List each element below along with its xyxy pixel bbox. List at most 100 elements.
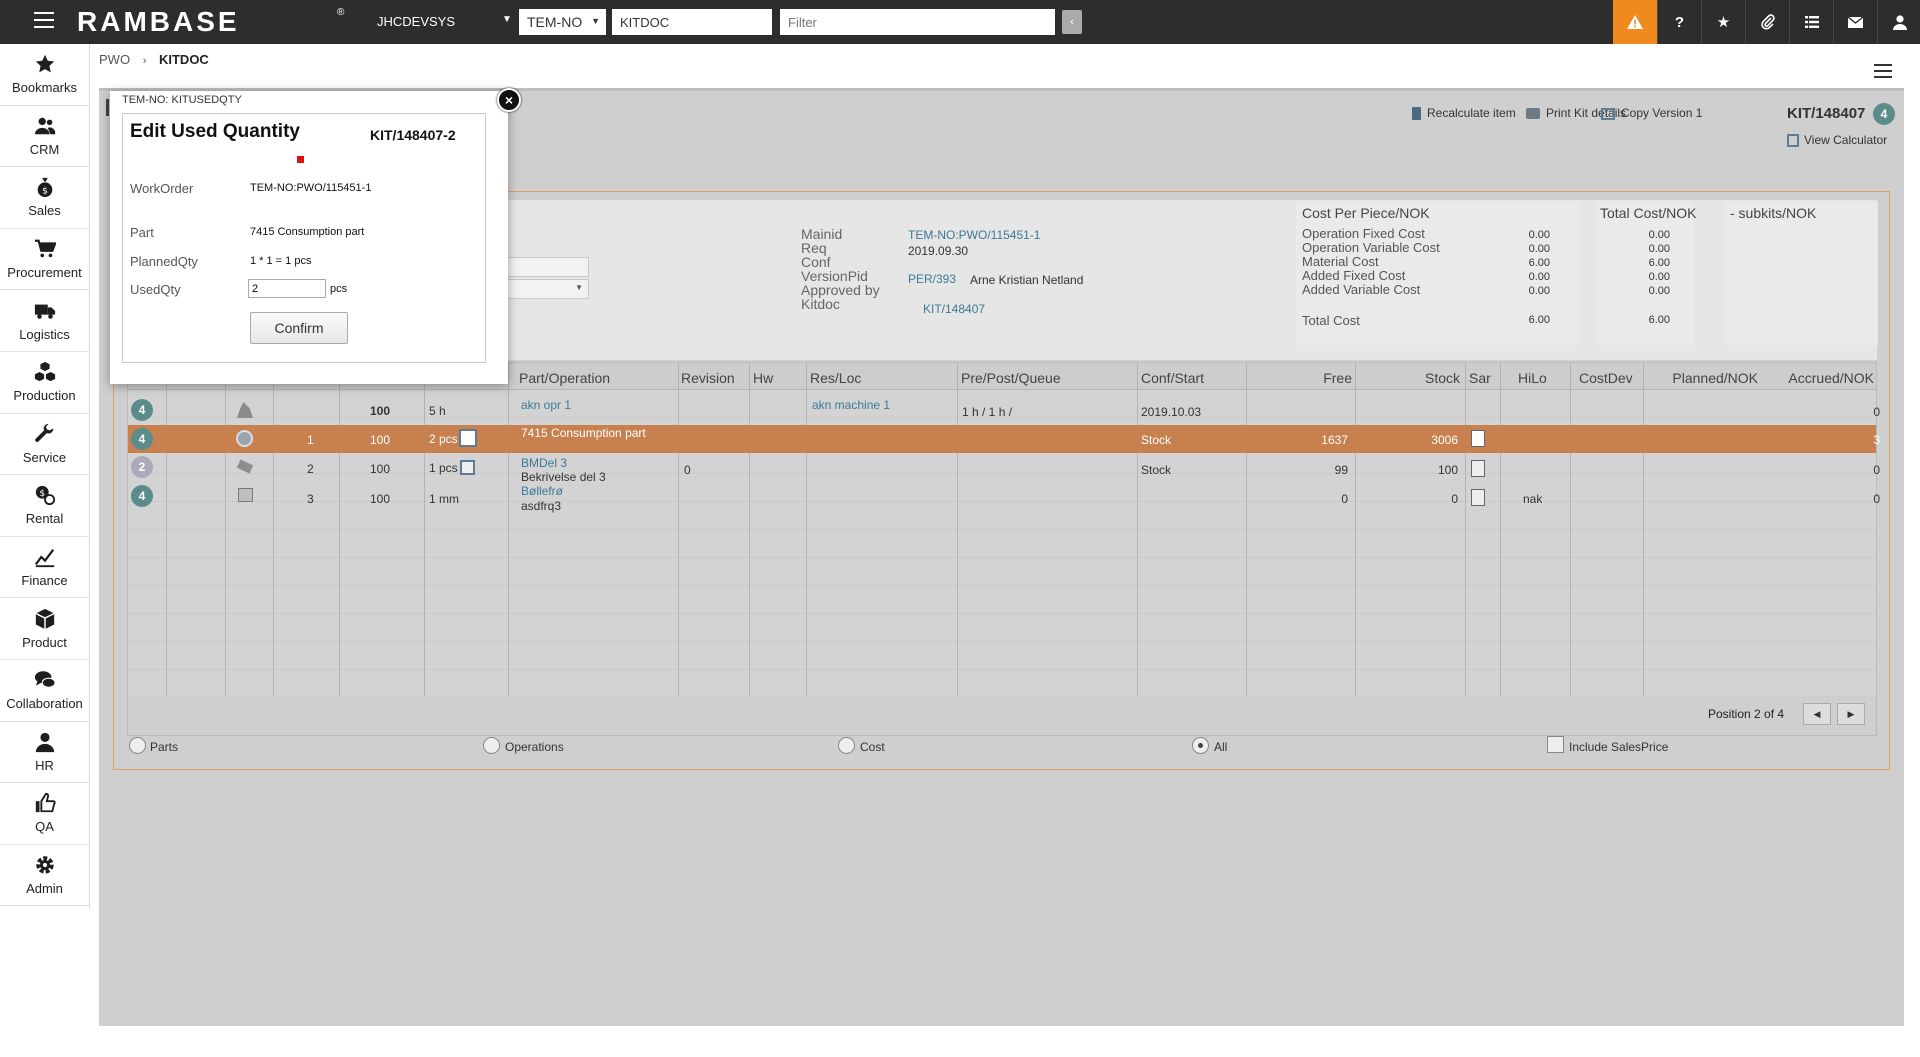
sidebar-item-logistics[interactable]: Logistics <box>0 290 89 352</box>
sidebar-item-service[interactable]: Service <box>0 414 89 476</box>
table-row[interactable]: 4 3 100 1 mm Bøllefrø asdfrq3 0 0 nak 0 <box>128 483 1880 513</box>
col-hilo[interactable]: HiLo <box>1518 370 1547 386</box>
collapse-button[interactable]: ‹ <box>1062 10 1082 34</box>
breadcrumb-parent[interactable]: PWO <box>99 52 130 67</box>
edit-quantity-icon[interactable] <box>460 460 475 475</box>
parts-radio[interactable] <box>129 737 146 754</box>
versionpid-link[interactable]: PER/393 <box>908 272 956 286</box>
recalculate-button[interactable]: Recalculate item <box>1412 106 1516 121</box>
col-accrued[interactable]: Accrued/NOK <box>1760 370 1874 386</box>
view-calculator-button[interactable]: View Calculator <box>1787 133 1887 148</box>
sar-document-icon[interactable] <box>1471 430 1485 447</box>
sidebar-item-procurement[interactable]: Procurement <box>0 229 89 291</box>
sar-document-icon[interactable] <box>1471 489 1485 506</box>
company-select[interactable]: TEM-NO ▼ <box>519 9 606 35</box>
row-part-link[interactable]: BMDel 3 <box>521 456 567 470</box>
row-part[interactable]: 7415 Consumption part <box>521 426 646 440</box>
col-pre-post-queue[interactable]: Pre/Post/Queue <box>961 370 1061 386</box>
cost-value: 0.00 <box>1528 243 1550 255</box>
req-label: Req <box>801 240 827 256</box>
sidebar: Bookmarks CRM $ Sales Procurement Logist… <box>0 44 90 909</box>
row-status-badge: 4 <box>131 399 153 421</box>
dialog-tag: TEM-NO: KITUSEDQTY <box>122 94 242 106</box>
cost-radio[interactable] <box>838 737 855 754</box>
mainid-link[interactable]: TEM-NO:PWO/115451-1 <box>908 228 1040 242</box>
all-radio[interactable] <box>1192 737 1209 754</box>
hidden-select[interactable]: ▼ <box>505 279 589 299</box>
thumbs-up-icon <box>35 793 56 813</box>
col-conf-start[interactable]: Conf/Start <box>1141 370 1204 386</box>
help-icon[interactable]: ? <box>1657 0 1701 44</box>
col-hw[interactable]: Hw <box>753 370 773 386</box>
used-qty-label: UsedQty <box>130 282 181 297</box>
table-row-selected[interactable]: 4 1 100 2 pcs 7415 Consumption part Stoc… <box>128 425 1880 453</box>
hidden-text-input[interactable] <box>505 257 589 277</box>
position-indicator: Position 2 of 4 <box>1708 707 1785 721</box>
sidebar-item-label: Sales <box>28 203 61 219</box>
next-page-button[interactable]: ▶ <box>1837 703 1865 725</box>
col-revision[interactable]: Revision <box>681 370 735 386</box>
row-resloc-link[interactable]: akn machine 1 <box>812 398 890 412</box>
row-pct: 100 <box>370 492 391 506</box>
sidebar-item-rental[interactable]: $ Rental <box>0 475 89 537</box>
edit-quantity-icon[interactable] <box>459 429 477 447</box>
sidebar-item-crm[interactable]: CRM <box>0 106 89 168</box>
previous-page-button[interactable]: ◀ <box>1803 703 1831 725</box>
sidebar-item-qa[interactable]: QA <box>0 783 89 845</box>
copy-version-label: Copy Version 1 <box>1621 106 1703 120</box>
warning-icon[interactable] <box>1613 0 1657 44</box>
planned-qty-label: PlannedQty <box>130 254 198 269</box>
sidebar-item-production[interactable]: Production <box>0 352 89 414</box>
sidebar-item-bookmarks[interactable]: Bookmarks <box>0 44 89 106</box>
table-row[interactable]: 4 100 5 h akn opr 1 akn machine 1 1 h / … <box>128 397 1880 425</box>
table-row[interactable]: 2 2 100 1 pcs BMDel 3 Bekrivelse del 3 0… <box>128 453 1880 484</box>
used-qty-input[interactable] <box>248 279 326 298</box>
kitdoc-link[interactable]: KIT/148407 <box>923 302 985 316</box>
planned-qty-value: 1 * 1 = 1 pcs <box>250 255 312 267</box>
row-status-badge: 4 <box>131 428 153 450</box>
sidebar-item-product[interactable]: Product <box>0 598 89 660</box>
sidebar-item-sales[interactable]: $ Sales <box>0 167 89 229</box>
col-costdev[interactable]: CostDev <box>1579 370 1633 386</box>
sidebar-item-hr[interactable]: HR <box>0 722 89 784</box>
row-part-link[interactable]: akn opr 1 <box>521 398 571 412</box>
sidebar-item-collaboration[interactable]: Collaboration <box>0 660 89 722</box>
copy-version-button[interactable]: Copy Version 1 <box>1601 106 1702 120</box>
sar-document-icon[interactable] <box>1471 460 1485 477</box>
approved-by-label: Approved by <box>801 282 880 298</box>
total-cost-per-piece: 6.00 <box>1528 314 1550 326</box>
operations-radio[interactable] <box>483 737 500 754</box>
user-icon[interactable] <box>1877 0 1920 44</box>
hamburger-menu-icon[interactable] <box>1874 64 1892 78</box>
program-input[interactable]: KITDOC <box>612 9 772 35</box>
col-part-operation[interactable]: Part/Operation <box>519 370 610 386</box>
list-icon[interactable] <box>1789 0 1833 44</box>
col-sar[interactable]: Sar <box>1469 370 1491 386</box>
row-desc: Bekrivelse del 3 <box>521 470 606 484</box>
edit-calculator-icon <box>1787 134 1799 148</box>
row-hilo: nak <box>1523 492 1543 506</box>
col-planned[interactable]: Planned/NOK <box>1640 370 1758 386</box>
close-icon[interactable]: × <box>497 88 521 112</box>
row-part-link[interactable]: Bøllefrø <box>521 484 563 498</box>
confirm-button[interactable]: Confirm <box>250 312 348 344</box>
sidebar-item-finance[interactable]: Finance <box>0 537 89 599</box>
req-value: 2019.09.30 <box>908 244 969 258</box>
system-dropdown-icon[interactable]: ▼ <box>502 14 512 25</box>
sidebar-item-admin[interactable]: Admin <box>0 845 89 907</box>
row-status-badge: 2 <box>131 456 153 478</box>
col-res-loc[interactable]: Res/Loc <box>810 370 861 386</box>
filter-input[interactable] <box>780 9 1055 35</box>
col-free[interactable]: Free <box>1290 370 1352 386</box>
mail-icon[interactable] <box>1833 0 1877 44</box>
include-salesprice-checkbox[interactable] <box>1547 736 1564 753</box>
breadcrumb: PWO › KITDOC <box>99 52 209 67</box>
menu-icon[interactable] <box>34 12 54 30</box>
cost-value: 0.00 <box>1648 229 1670 241</box>
paperclip-icon[interactable] <box>1745 0 1789 44</box>
star-icon[interactable]: ★ <box>1701 0 1745 44</box>
cost-value: 0.00 <box>1648 271 1670 283</box>
total-cost-values: 0.00 0.00 6.00 0.00 0.00 <box>1630 228 1670 298</box>
list-document-icon <box>238 488 253 502</box>
col-stock[interactable]: Stock <box>1400 370 1460 386</box>
